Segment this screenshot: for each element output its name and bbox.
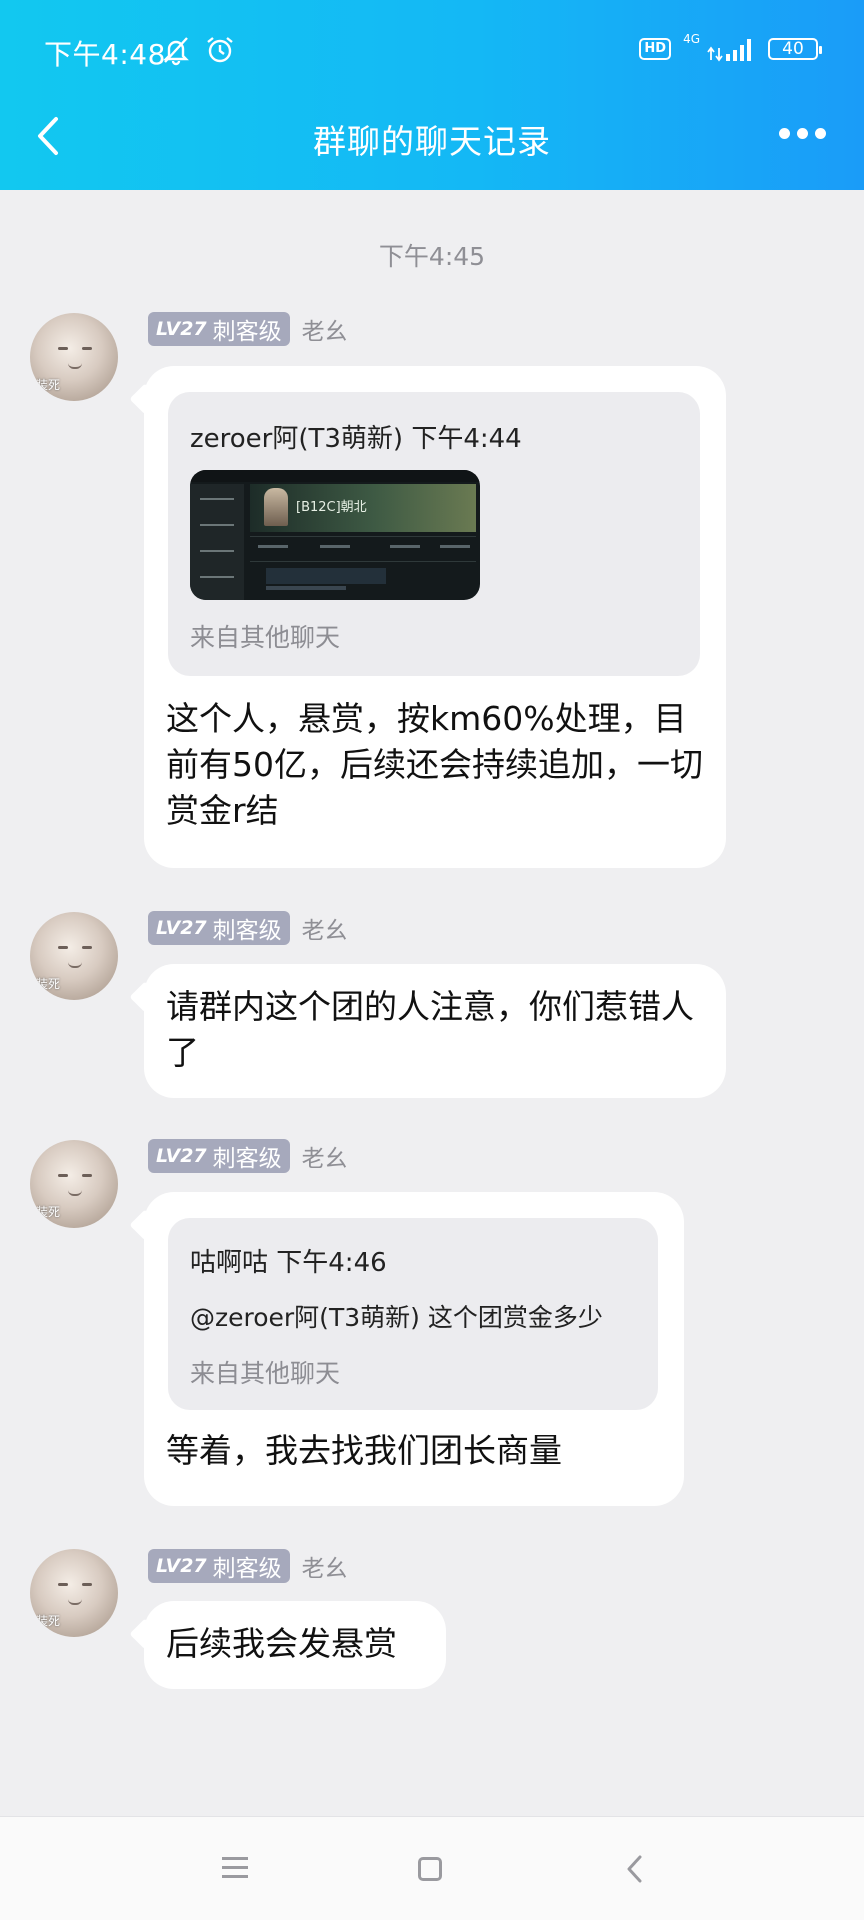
level-number: LV27	[156, 917, 207, 939]
status-icons-right: HD 4G 40	[639, 32, 822, 62]
forward-source: 来自其他聊天	[190, 623, 341, 652]
avatar[interactable]: 装死	[30, 1140, 118, 1228]
avatar-tag: 装死	[36, 1205, 61, 1219]
avatar-tag: 装死	[36, 977, 61, 991]
menu-icon[interactable]	[222, 1853, 254, 1885]
thumb-title: [B12C]朝北	[296, 500, 367, 515]
network-label: 4G	[683, 32, 700, 46]
level-badge: LV27 刺客级	[148, 312, 290, 346]
level-title: 刺客级	[212, 319, 282, 345]
forwarded-image[interactable]: [B12C]朝北	[190, 470, 480, 600]
message-text: 后续我会发悬赏	[166, 1624, 397, 1663]
app-header: 下午4:48 HD 4G 40 群聊的聊天记录	[0, 0, 864, 190]
message-bubble[interactable]: 请群内这个团的人注意，你们惹错人了	[144, 964, 726, 1098]
system-nav-bar	[0, 1816, 864, 1920]
sender-row: LV27 刺客级 老幺	[148, 911, 348, 945]
level-badge: LV27 刺客级	[148, 1549, 290, 1583]
signal-icon	[707, 39, 751, 62]
forward-source: 来自其他聊天	[190, 1359, 341, 1388]
level-title: 刺客级	[212, 1146, 282, 1172]
sender-name: 老幺	[301, 319, 348, 345]
level-badge: LV27 刺客级	[148, 911, 290, 945]
message-bubble[interactable]: zeroer阿(T3萌新) 下午4:44 [B12C]朝北 来自其他聊天 这个人…	[144, 366, 726, 868]
sender-row: LV27 刺客级 老幺	[148, 1549, 348, 1583]
message-text: 请群内这个团的人注意，你们惹错人了	[166, 987, 694, 1072]
sender-name: 老幺	[301, 1556, 348, 1582]
avatar-tag: 装死	[36, 1614, 61, 1628]
forward-text: @zeroer阿(T3萌新) 这个团赏金多少	[190, 1303, 603, 1332]
back-nav-icon[interactable]	[620, 1853, 652, 1885]
sender-name: 老幺	[301, 1146, 348, 1172]
forwarded-message-card[interactable]: 咕啊咕 下午4:46 @zeroer阿(T3萌新) 这个团赏金多少 来自其他聊天	[168, 1218, 658, 1410]
hd-badge: HD	[639, 38, 672, 60]
battery-level: 40	[782, 39, 804, 59]
status-icons-left	[160, 34, 236, 66]
more-dots-icon[interactable]	[779, 128, 826, 139]
message-bubble[interactable]: 后续我会发悬赏	[144, 1601, 446, 1689]
battery-icon: 40	[768, 38, 822, 60]
forward-header: zeroer阿(T3萌新) 下午4:44	[190, 424, 522, 454]
level-title: 刺客级	[212, 1556, 282, 1582]
forward-header: 咕啊咕 下午4:46	[190, 1248, 387, 1278]
avatar[interactable]: 装死	[30, 912, 118, 1000]
level-number: LV27	[156, 1145, 207, 1167]
message-text: 这个人，悬赏，按km60%处理，目前有50亿，后续还会持续追加，一切赏金r结	[166, 699, 703, 830]
status-time: 下午4:48	[44, 38, 166, 71]
avatar[interactable]: 装死	[30, 313, 118, 401]
chat-timestamp: 下午4:45	[378, 242, 486, 271]
sender-row: LV27 刺客级 老幺	[148, 312, 348, 346]
mute-bell-icon	[163, 37, 189, 66]
level-badge: LV27 刺客级	[148, 1139, 290, 1173]
sender-row: LV27 刺客级 老幺	[148, 1139, 348, 1173]
sender-name: 老幺	[301, 918, 348, 944]
message-bubble[interactable]: 咕啊咕 下午4:46 @zeroer阿(T3萌新) 这个团赏金多少 来自其他聊天…	[144, 1192, 684, 1506]
avatar[interactable]: 装死	[30, 1549, 118, 1637]
page-title: 群聊的聊天记录	[313, 122, 551, 161]
avatar-tag: 装死	[36, 378, 61, 392]
alarm-icon	[207, 37, 233, 63]
message-text: 等着，我去找我们团长商量	[166, 1431, 562, 1470]
home-icon[interactable]	[418, 1857, 442, 1881]
level-number: LV27	[156, 1555, 207, 1577]
level-number: LV27	[156, 318, 207, 340]
forwarded-message-card[interactable]: zeroer阿(T3萌新) 下午4:44 [B12C]朝北 来自其他聊天	[168, 392, 700, 676]
level-title: 刺客级	[212, 918, 282, 944]
